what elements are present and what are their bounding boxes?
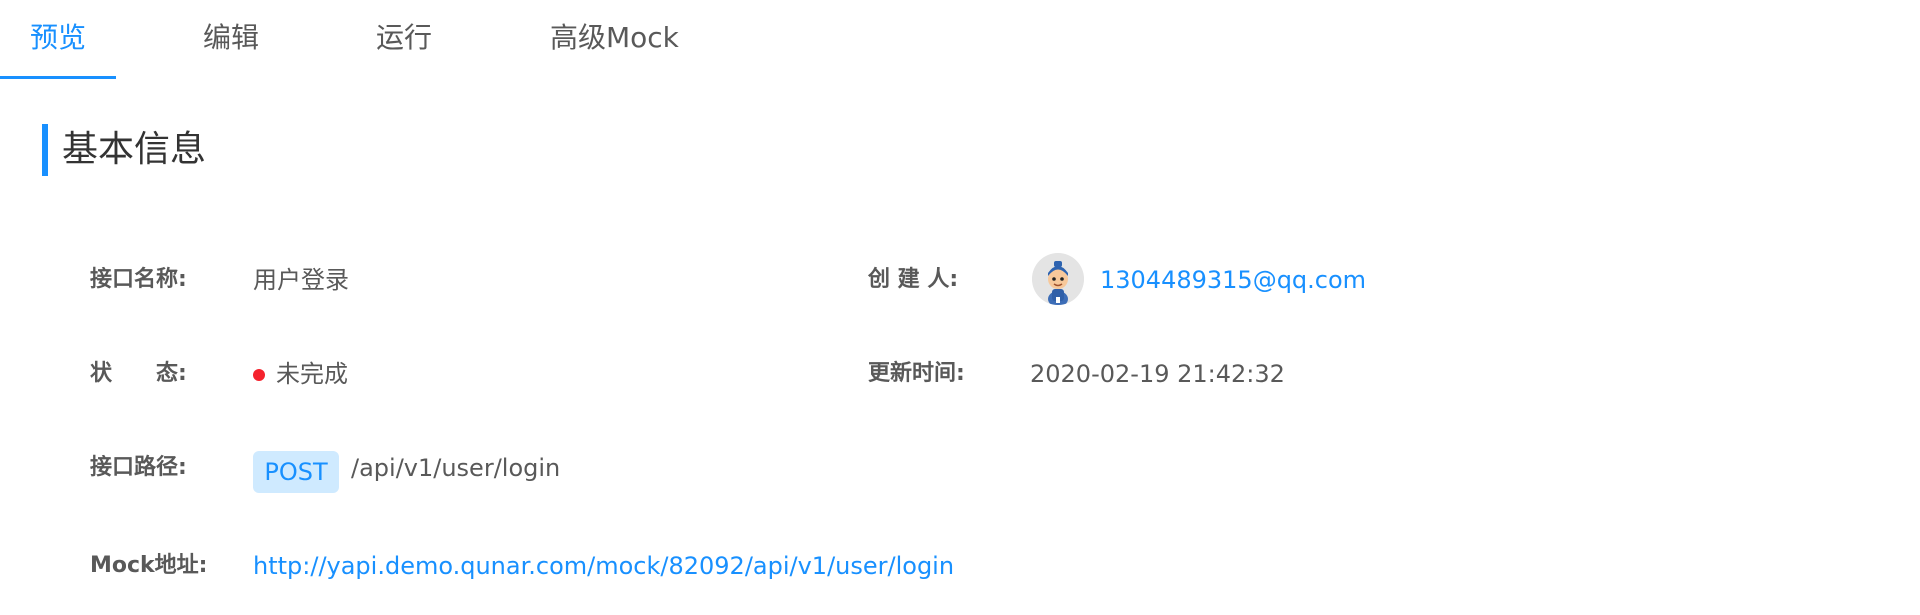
interface-path-label: 接口路径: (90, 455, 187, 480)
updated-time-value: 2020-02-19 21:42:32 (1030, 360, 1285, 388)
tab-bar: 预览 编辑 运行 高级Mock (0, 0, 1920, 80)
interface-name-value: 用户登录 (253, 266, 349, 294)
tab-preview[interactable]: 预览 (30, 16, 86, 60)
mock-address-label: Mock地址: (90, 553, 208, 578)
interface-path-value: /api/v1/user/login (351, 454, 561, 482)
status-value: 未完成 (276, 360, 348, 388)
interface-name-label: 接口名称: (90, 267, 187, 292)
mock-address-link[interactable]: http://yapi.demo.qunar.com/mock/82092/ap… (253, 550, 954, 582)
creator-label: 创 建 人: (868, 267, 959, 292)
active-tab-indicator (0, 76, 116, 79)
user-avatar-icon (1032, 253, 1084, 305)
status-label: 状 态: (90, 361, 187, 386)
avatar[interactable] (1032, 253, 1084, 305)
method-badge: POST (253, 451, 339, 493)
status-dot-icon (253, 369, 265, 381)
creator-email-link[interactable]: 1304489315@qq.com (1100, 264, 1366, 296)
updated-time-label: 更新时间: (868, 361, 965, 386)
tab-advanced-mock[interactable]: 高级Mock (550, 16, 679, 60)
tab-run[interactable]: 运行 (376, 16, 432, 60)
tab-edit[interactable]: 编辑 (203, 16, 259, 60)
section-title: 基本信息 (42, 124, 206, 176)
